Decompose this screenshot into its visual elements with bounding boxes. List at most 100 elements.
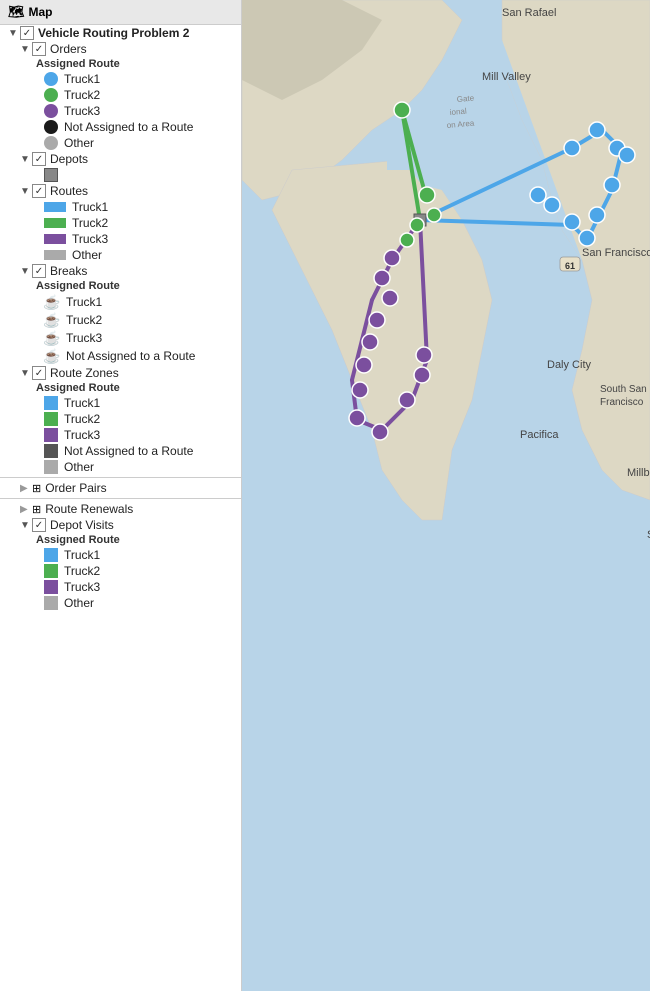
depots-square-icon [44, 168, 58, 182]
breaks-checkbox[interactable] [32, 264, 46, 278]
routes-truck2: Truck2 [0, 215, 241, 231]
root-node[interactable]: ▼ Vehicle Routing Problem 2 [0, 25, 241, 41]
routes-truck1-label: Truck1 [72, 200, 108, 214]
breaks-truck1-label: Truck1 [66, 295, 102, 309]
depot-visits-truck3: Truck3 [0, 579, 241, 595]
depot-visits-truck2: Truck2 [0, 563, 241, 579]
expand-breaks[interactable]: ▼ [20, 266, 32, 277]
route-zones-other-icon [44, 460, 58, 474]
route-zones-truck1: Truck1 [0, 395, 241, 411]
expand-route-renewals[interactable]: ▶ [20, 504, 32, 515]
svg-text:61: 61 [565, 261, 575, 271]
depot-visits-truck3-label: Truck3 [64, 580, 100, 594]
expand-orders[interactable]: ▼ [20, 44, 32, 55]
orders-truck1-icon [44, 72, 58, 86]
map-container[interactable]: San Rafael Richmond Mill Valley Berkeley… [242, 0, 650, 991]
routes-truck3: Truck3 [0, 231, 241, 247]
route-renewals-grid-icon: ⊞ [32, 503, 41, 516]
expand-depots[interactable]: ▼ [20, 154, 32, 165]
svg-text:Mill Valley: Mill Valley [482, 71, 531, 83]
breaks-truck2: ☕ Truck2 [0, 311, 241, 329]
route-zones-truck1-label: Truck1 [64, 396, 100, 410]
breaks-truck3-icon: ☕ [44, 330, 60, 346]
routes-label: Routes [50, 184, 88, 198]
svg-text:Gate: Gate [456, 93, 475, 104]
routes-other-icon [44, 250, 66, 260]
breaks-truck1-icon: ☕ [44, 294, 60, 310]
expand-route-zones[interactable]: ▼ [20, 368, 32, 379]
depot-visits-truck3-icon [44, 580, 58, 594]
routes-truck2-label: Truck2 [72, 216, 108, 230]
depot-visits-truck2-label: Truck2 [64, 564, 100, 578]
main-container: 🗺 Map ▼ Vehicle Routing Problem 2 ▼ Orde… [0, 0, 650, 991]
route-zones-other-label: Other [64, 460, 94, 474]
orders-not-assigned-label: Not Assigned to a Route [64, 120, 193, 134]
route-zones-truck1-icon [44, 396, 58, 410]
routes-other: Other [0, 247, 241, 263]
orders-other-icon [44, 136, 58, 150]
orders-truck2: Truck2 [0, 87, 241, 103]
breaks-not-assigned-icon: ☕ [44, 348, 60, 364]
depot-visits-other: Other [0, 595, 241, 611]
orders-truck1: Truck1 [0, 71, 241, 87]
expand-root[interactable]: ▼ [8, 28, 20, 39]
route-zones-other: Other [0, 459, 241, 475]
route-zones-not-assigned-label: Not Assigned to a Route [64, 444, 193, 458]
routes-row[interactable]: ▼ Routes [0, 183, 241, 199]
divider-1 [0, 477, 241, 478]
route-renewals-row[interactable]: ▶ ⊞ Route Renewals [0, 501, 241, 517]
depot-visits-label: Depot Visits [50, 518, 114, 532]
svg-text:Daly City: Daly City [547, 359, 592, 371]
expand-order-pairs[interactable]: ▶ [20, 483, 32, 494]
depot-visits-checkbox[interactable] [32, 518, 46, 532]
breaks-label: Breaks [50, 264, 87, 278]
breaks-truck3: ☕ Truck3 [0, 329, 241, 347]
svg-text:South San: South San [600, 384, 647, 395]
order-pairs-row[interactable]: ▶ ⊞ Order Pairs [0, 480, 241, 496]
routes-truck1: Truck1 [0, 199, 241, 215]
route-zones-truck3: Truck3 [0, 427, 241, 443]
depot-visits-row[interactable]: ▼ Depot Visits [0, 517, 241, 533]
depots-checkbox[interactable] [32, 152, 46, 166]
orders-truck3-icon [44, 104, 58, 118]
breaks-row[interactable]: ▼ Breaks [0, 263, 241, 279]
orders-assigned-label: Assigned Route [32, 58, 120, 70]
map-svg: San Rafael Richmond Mill Valley Berkeley… [242, 0, 650, 991]
orders-truck1-label: Truck1 [64, 72, 100, 86]
svg-text:San Francisco: San Francisco [582, 247, 650, 259]
route-zones-checkbox[interactable] [32, 366, 46, 380]
orders-row[interactable]: ▼ Orders [0, 41, 241, 57]
routes-checkbox[interactable] [32, 184, 46, 198]
orders-label: Orders [50, 42, 87, 56]
depot-visits-truck1-label: Truck1 [64, 548, 100, 562]
panel-header: 🗺 Map [0, 0, 241, 25]
route-zones-truck3-label: Truck3 [64, 428, 100, 442]
orders-checkbox[interactable] [32, 42, 46, 56]
routes-truck2-icon [44, 218, 66, 228]
divider-2 [0, 498, 241, 499]
depot-visits-truck1-icon [44, 548, 58, 562]
route-zones-not-assigned: Not Assigned to a Route [0, 443, 241, 459]
orders-truck2-label: Truck2 [64, 88, 100, 102]
route-zones-row[interactable]: ▼ Route Zones [0, 365, 241, 381]
breaks-truck2-icon: ☕ [44, 312, 60, 328]
expand-depot-visits[interactable]: ▼ [20, 520, 32, 531]
route-zones-truck2: Truck2 [0, 411, 241, 427]
svg-text:Millbrae: Millbrae [627, 467, 650, 479]
depots-row[interactable]: ▼ Depots [0, 151, 241, 167]
breaks-assigned-label: Assigned Route [32, 280, 120, 292]
routes-truck3-label: Truck3 [72, 232, 108, 246]
depots-symbol [0, 167, 241, 183]
right-panel[interactable]: San Rafael Richmond Mill Valley Berkeley… [242, 0, 650, 991]
orders-assigned-route-header: Assigned Route [0, 57, 241, 71]
expand-routes[interactable]: ▼ [20, 186, 32, 197]
root-checkbox[interactable] [20, 26, 34, 40]
breaks-truck2-label: Truck2 [66, 313, 102, 327]
depot-visits-other-icon [44, 596, 58, 610]
orders-truck3-label: Truck3 [64, 104, 100, 118]
orders-truck3: Truck3 [0, 103, 241, 119]
left-panel[interactable]: 🗺 Map ▼ Vehicle Routing Problem 2 ▼ Orde… [0, 0, 242, 991]
panel-title: Map [29, 5, 53, 19]
order-pairs-grid-icon: ⊞ [32, 482, 41, 495]
routes-truck1-icon [44, 202, 66, 212]
